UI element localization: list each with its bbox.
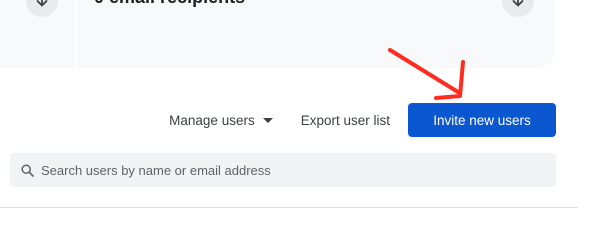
summary-divider [75,0,77,68]
export-user-list-label: Export user list [300,112,390,128]
search-users-bar[interactable] [10,153,556,187]
user-actions-toolbar: Manage users Export user list Invite new… [169,103,556,137]
search-users-input[interactable] [41,162,556,178]
download-arrow-icon[interactable] [502,0,534,17]
export-user-list-link[interactable]: Export user list [301,113,390,128]
manage-users-label: Manage users [169,112,255,128]
caret-down-icon [262,117,273,123]
section-divider [0,207,578,208]
red-arrow-icon [388,48,465,100]
download-arrow-icon[interactable] [26,0,58,17]
manage-users-dropdown[interactable]: Manage users [169,113,273,128]
search-icon [21,163,34,177]
invite-new-users-button[interactable]: Invite new users [408,103,556,137]
user-management-page: 0 email recipients Manage users Export u… [0,0,600,242]
recipients-count-label: 0 email recipients [94,0,245,8]
